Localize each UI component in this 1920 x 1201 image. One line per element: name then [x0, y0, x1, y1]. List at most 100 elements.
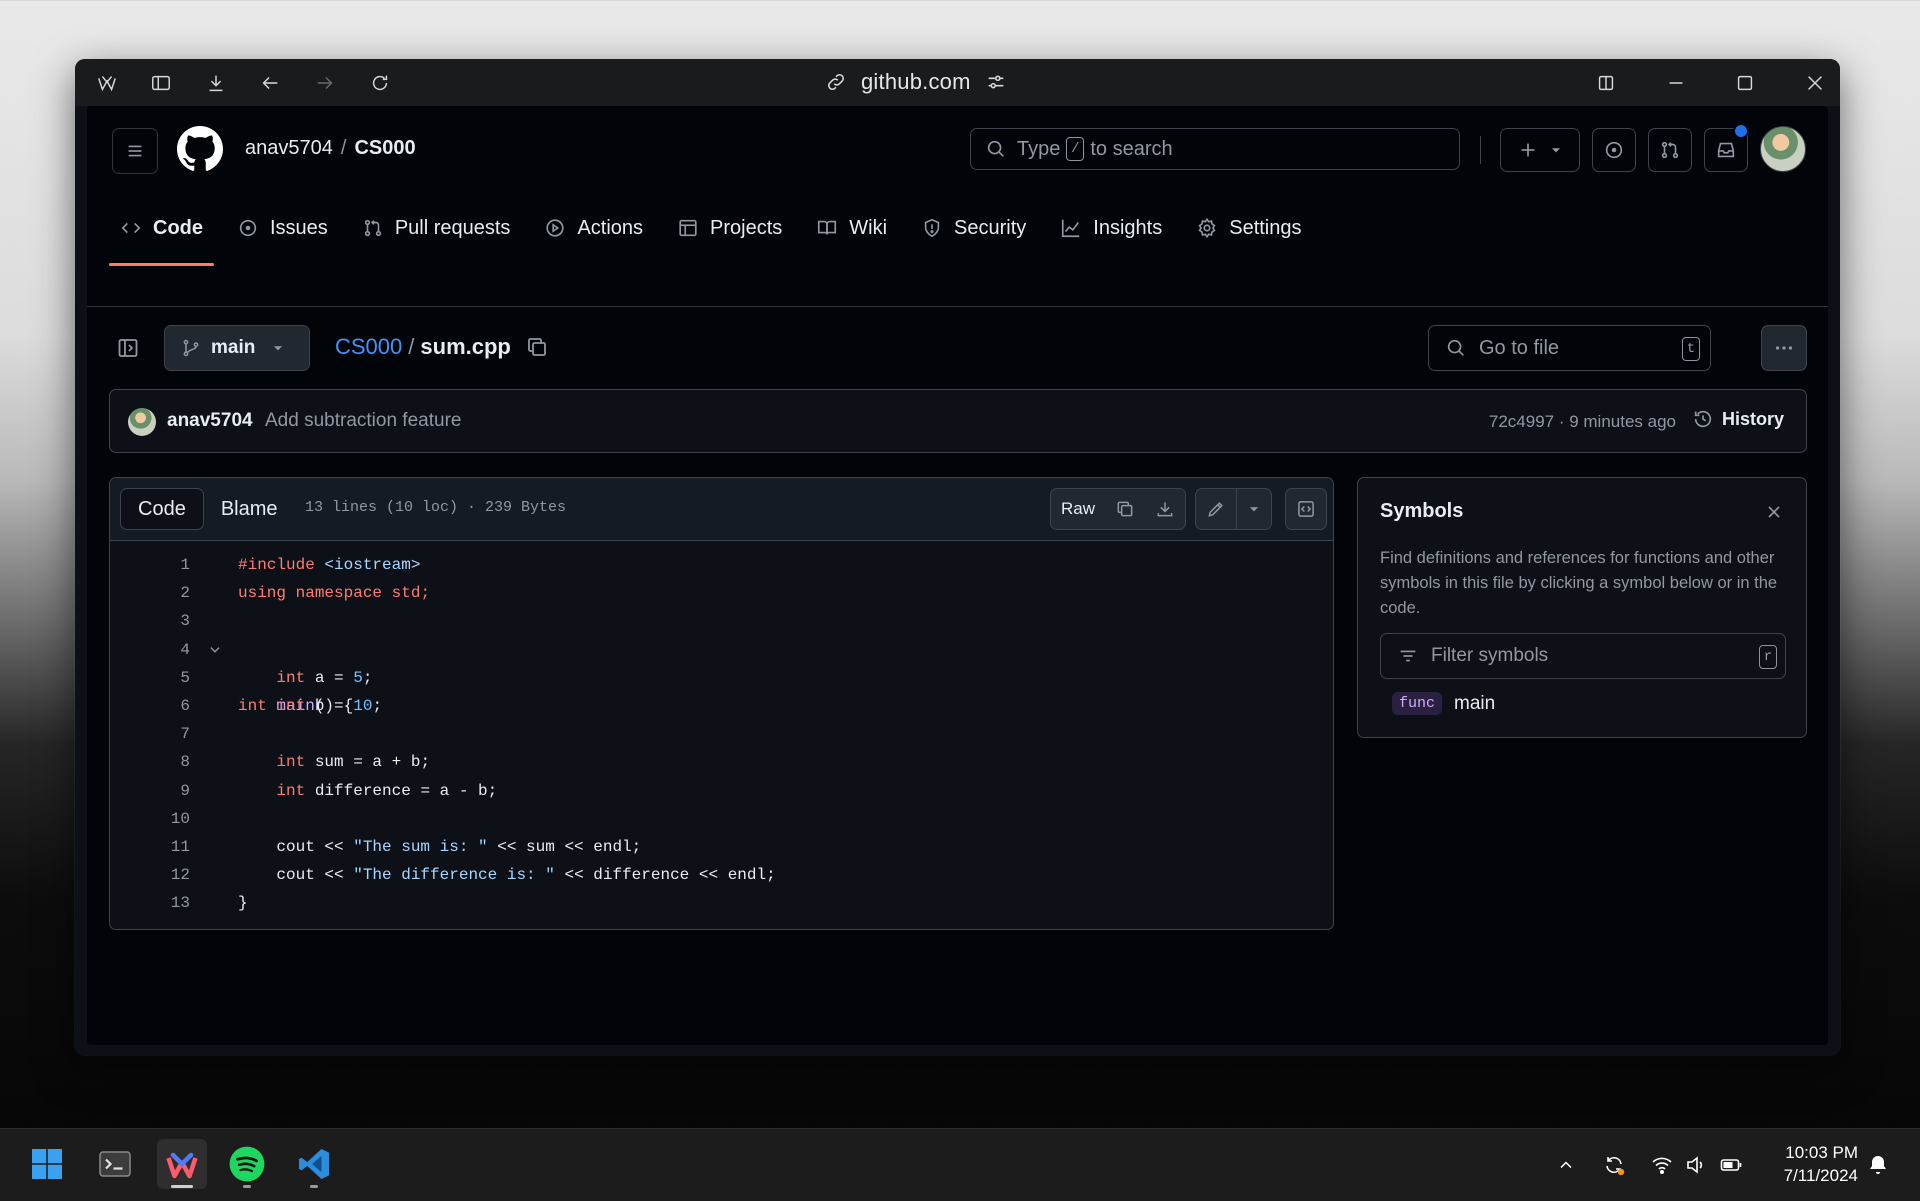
minimize-icon[interactable]	[1660, 67, 1692, 99]
tab-wiki[interactable]: Wiki	[805, 199, 898, 257]
code-line: 11 cout << "The sum is: " << sum << endl…	[110, 833, 1333, 861]
address-bar[interactable]: github.com	[825, 65, 1007, 99]
commit-message[interactable]: Add subtraction feature	[265, 410, 461, 432]
line-number[interactable]: 1	[150, 551, 190, 579]
tab-settings[interactable]: Settings	[1185, 199, 1312, 257]
raw-button[interactable]: Raw	[1051, 489, 1105, 529]
code-line: 5 int a = 5;	[110, 664, 1333, 692]
search-input[interactable]: Type / to search	[970, 128, 1460, 170]
copy-raw-button[interactable]	[1105, 489, 1145, 529]
line-number[interactable]: 11	[150, 833, 190, 861]
spotify-app[interactable]	[222, 1139, 272, 1189]
close-window-icon[interactable]	[1799, 67, 1831, 99]
commit-meta[interactable]: 72c4997 · 9 minutes ago	[1489, 412, 1676, 432]
commit-author-avatar[interactable]	[128, 408, 156, 436]
tab-label: Projects	[710, 216, 783, 239]
start-button[interactable]	[22, 1139, 72, 1189]
edit-group	[1195, 488, 1272, 530]
back-icon[interactable]	[254, 67, 286, 99]
code-lines: 1 #include <iostream> 2 using namespace st…	[110, 541, 1333, 929]
line-number[interactable]: 12	[150, 861, 190, 889]
line-number[interactable]: 2	[150, 579, 190, 607]
create-new-button[interactable]	[1500, 128, 1580, 172]
inbox-icon	[1717, 142, 1735, 158]
split-view-icon[interactable]	[1590, 67, 1622, 99]
tab-projects[interactable]: Projects	[666, 199, 793, 257]
filter-symbols-input[interactable]: Filter symbols r	[1380, 633, 1786, 679]
edit-file-button[interactable]	[1196, 489, 1236, 529]
github-logo-icon[interactable]	[177, 126, 223, 172]
history-button[interactable]: History	[1692, 408, 1784, 430]
filter-shortcut-key: r	[1759, 645, 1777, 669]
sync-tray-item[interactable]	[1600, 1151, 1628, 1179]
line-number[interactable]: 8	[150, 748, 190, 776]
tab-code[interactable]: Code	[109, 199, 214, 266]
notifications-button[interactable]	[1704, 123, 1749, 172]
tab-issues[interactable]: Issues	[226, 199, 339, 257]
terminal-app[interactable]	[90, 1139, 140, 1189]
code-line: 2 using namespace std;	[110, 579, 1333, 607]
line-source: int b = 10;	[276, 696, 383, 715]
user-avatar[interactable]	[1760, 126, 1806, 172]
tab-pull-requests[interactable]: Pull requests	[351, 199, 522, 257]
branch-selector[interactable]: main	[164, 325, 310, 371]
battery-tray-item[interactable]	[1717, 1151, 1745, 1179]
taskbar: 10:03 PM 7/11/2024	[0, 1128, 1920, 1201]
code-line: 10	[110, 805, 1333, 833]
terminal-icon	[99, 1151, 131, 1177]
line-source: #include <iostream>	[238, 556, 421, 574]
search-placeholder-post: to search	[1090, 137, 1173, 160]
fold-chevron-icon[interactable]	[208, 643, 222, 657]
sidebar-toggle-icon[interactable]	[145, 67, 177, 99]
url-text[interactable]: github.com	[861, 69, 971, 95]
issues-button[interactable]	[1592, 128, 1636, 172]
blame-view-button[interactable]: Blame	[204, 488, 295, 530]
line-number[interactable]: 5	[150, 664, 190, 692]
volume-tray-item[interactable]	[1682, 1151, 1710, 1179]
tab-insights[interactable]: Insights	[1049, 199, 1173, 257]
line-number[interactable]: 4	[150, 636, 190, 664]
repo-owner-link[interactable]: anav5704	[245, 137, 333, 160]
download-icon[interactable]	[200, 67, 232, 99]
gear-icon	[1198, 217, 1216, 239]
browser-logo-icon[interactable]	[91, 67, 123, 99]
taskbar-clock[interactable]: 10:03 PM 7/11/2024	[1784, 1141, 1858, 1187]
symbol-item[interactable]: func main	[1392, 692, 1495, 715]
tab-label: Issues	[270, 216, 328, 239]
symbols-panel-button[interactable]	[1286, 489, 1326, 529]
breadcrumb-repo-link[interactable]: CS000	[335, 334, 402, 360]
code-view-button[interactable]: Code	[120, 488, 204, 530]
search-shortcut-key: /	[1066, 137, 1085, 161]
forward-icon[interactable]	[309, 67, 341, 99]
commit-author[interactable]: anav5704	[167, 410, 253, 432]
line-number[interactable]: 3	[150, 607, 190, 635]
vscode-app[interactable]	[289, 1139, 339, 1189]
line-number[interactable]: 13	[150, 889, 190, 917]
browser-app[interactable]	[157, 1139, 207, 1189]
line-number[interactable]: 7	[150, 720, 190, 748]
go-to-file-input[interactable]: Go to file t	[1428, 325, 1711, 371]
maximize-icon[interactable]	[1729, 67, 1761, 99]
file-tree-toggle[interactable]	[113, 333, 143, 363]
reload-icon[interactable]	[364, 67, 396, 99]
line-number[interactable]: 9	[150, 777, 190, 805]
issue-icon	[1605, 141, 1623, 159]
wifi-tray-item[interactable]	[1648, 1151, 1676, 1179]
tab-actions[interactable]: Actions	[533, 199, 654, 257]
more-options-button[interactable]	[1761, 325, 1807, 371]
notification-center[interactable]	[1864, 1151, 1892, 1179]
bell-icon	[1870, 1156, 1886, 1174]
line-number[interactable]: 6	[150, 692, 190, 720]
close-icon[interactable]	[1764, 502, 1784, 522]
show-hidden-icons[interactable]	[1552, 1151, 1580, 1179]
pull-requests-button[interactable]	[1648, 128, 1692, 172]
tab-security[interactable]: Security	[910, 199, 1037, 257]
repo-name-link[interactable]: CS000	[354, 137, 415, 160]
download-raw-button[interactable]	[1145, 489, 1185, 529]
view-mode-toggle: Code Blame	[120, 488, 295, 530]
copy-path-icon[interactable]	[525, 335, 549, 359]
site-settings-icon[interactable]	[985, 71, 1007, 93]
edit-options-button[interactable]	[1236, 489, 1271, 529]
line-number[interactable]: 10	[150, 805, 190, 833]
menu-button[interactable]	[112, 128, 158, 174]
